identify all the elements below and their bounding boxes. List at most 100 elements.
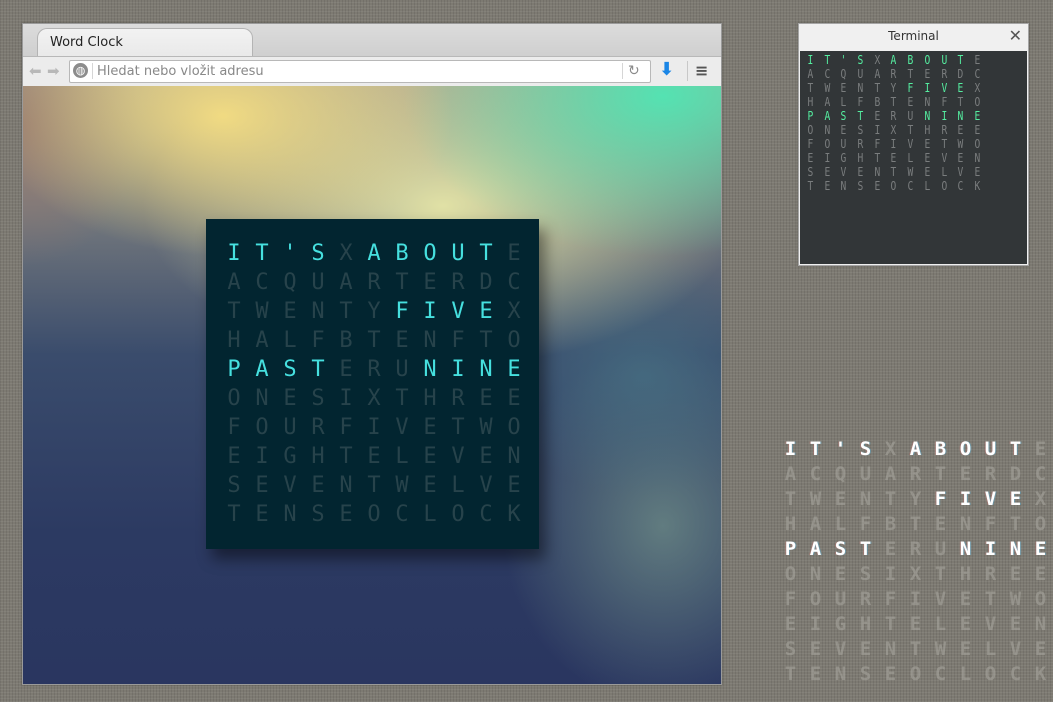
clock-letter: C [255, 270, 269, 295]
hamburger-menu-icon[interactable]: ≡ [695, 62, 708, 80]
clock-letter: O [974, 137, 981, 151]
clock-letter: V [479, 473, 493, 498]
clock-letter-lit: S [283, 357, 297, 382]
clock-letter-lit: U [984, 438, 997, 460]
clock-letter: E [924, 165, 931, 179]
clock-letter: H [959, 563, 972, 585]
clock-letter: R [859, 588, 872, 610]
clock-letter: F [451, 328, 465, 353]
clock-letter: E [423, 473, 437, 498]
url-bar[interactable]: ◍ ↻ [69, 60, 651, 83]
clock-letter: O [824, 137, 830, 151]
clock-letter: S [857, 179, 864, 193]
clock-letter: E [423, 444, 437, 469]
clock-letter: F [227, 415, 241, 440]
clock-letter-lit: I [959, 488, 972, 510]
clock-letter: N [857, 81, 864, 95]
clock-letter: W [957, 137, 964, 151]
clock-letter: E [924, 67, 931, 81]
arrow-right-icon[interactable]: ➡ [47, 62, 60, 80]
clock-letter: E [974, 165, 981, 179]
clock-letter: I [255, 444, 269, 469]
clock-letter: C [824, 67, 830, 81]
clock-letter: R [367, 357, 381, 382]
clock-letter: H [784, 513, 797, 535]
clock-letter: R [984, 463, 997, 485]
terminal-title: Terminal [888, 29, 939, 43]
clock-letter: E [834, 563, 847, 585]
clock-letter: U [834, 588, 847, 610]
clock-letter: X [974, 81, 981, 95]
terminal-body[interactable]: I T ' S X A B O U T E A C Q U A R T E R D C T W E N T Y F I V E X H A L F B T E… [800, 51, 1027, 264]
clock-letter: O [984, 663, 997, 685]
clock-letter-lit: B [934, 438, 947, 460]
clock-letter: C [507, 270, 521, 295]
word-clock-panel: I T ' S X A B O U T E A C Q U A R T E R D C T W E N T Y F I V E X H A L F B T E… [206, 219, 539, 549]
clock-letter: R [451, 270, 465, 295]
clock-letter: E [255, 502, 269, 527]
clock-letter: E [255, 473, 269, 498]
clock-letter: R [311, 415, 325, 440]
clock-letter: E [840, 123, 847, 137]
clock-letter-lit: N [1009, 538, 1022, 560]
word-clock-grid: I T ' S X A B O U T E A C Q U A R T E R D C T W E N T Y F I V E X H A L F B T E… [220, 239, 528, 529]
clock-letter: W [824, 81, 830, 95]
arrow-left-icon[interactable]: ⬅ [29, 62, 42, 80]
clock-letter-lit: I [451, 357, 465, 382]
clock-letter-lit: A [809, 538, 822, 560]
clock-letter: N [834, 663, 847, 685]
clock-letter-lit: ' [834, 438, 847, 460]
clock-letter: O [940, 179, 947, 193]
reload-icon[interactable]: ↻ [628, 61, 640, 82]
clock-letter: R [909, 463, 922, 485]
clock-letter: E [507, 241, 521, 266]
clock-letter: Q [840, 67, 847, 81]
reload-separator [622, 63, 623, 79]
clock-letter-lit: F [934, 488, 947, 510]
clock-letter: T [339, 444, 353, 469]
tab-word-clock[interactable]: Word Clock [37, 28, 253, 57]
clock-letter-lit: T [809, 438, 822, 460]
clock-letter: F [857, 95, 864, 109]
clock-letter: S [784, 638, 797, 660]
clock-letter: I [890, 137, 897, 151]
clock-letter: E [311, 473, 325, 498]
clock-letter: K [974, 179, 981, 193]
clock-letter: O [1034, 588, 1047, 610]
clock-letter: C [907, 179, 914, 193]
clock-letter: T [909, 638, 922, 660]
clock-letter: T [339, 299, 353, 324]
clock-letter: E [1009, 613, 1022, 635]
clock-letter: E [874, 179, 880, 193]
clock-letter-lit: V [984, 488, 997, 510]
close-icon[interactable]: ✕ [1009, 26, 1022, 46]
clock-letter-lit: N [479, 357, 493, 382]
clock-letter: C [1009, 663, 1022, 685]
clock-letter: H [857, 151, 864, 165]
download-arrow-icon[interactable]: ⬇ [659, 60, 674, 80]
clock-letter: S [859, 663, 872, 685]
clock-letter-lit: S [859, 438, 872, 460]
clock-letter: R [890, 109, 897, 123]
clock-letter: T [940, 137, 947, 151]
address-input[interactable] [97, 61, 597, 82]
clock-letter: N [974, 151, 981, 165]
clock-letter: G [840, 151, 847, 165]
clock-letter: X [874, 53, 880, 67]
clock-letter-lit: T [311, 357, 325, 382]
clock-letter: R [984, 563, 997, 585]
tab-strip: Word Clock [23, 24, 721, 57]
clock-letter: N [874, 165, 880, 179]
clock-letter: N [824, 123, 830, 137]
clock-letter: N [283, 502, 297, 527]
clock-letter: X [367, 386, 381, 411]
clock-letter-lit: E [479, 299, 493, 324]
clock-letter: Y [367, 299, 381, 324]
globe-icon[interactable]: ◍ [73, 63, 88, 78]
toolbar-separator [687, 61, 688, 81]
clock-letter: Q [283, 270, 297, 295]
clock-letter: L [924, 179, 931, 193]
clock-letter: O [227, 386, 241, 411]
clock-letter: E [807, 151, 814, 165]
clock-letter: F [940, 95, 947, 109]
